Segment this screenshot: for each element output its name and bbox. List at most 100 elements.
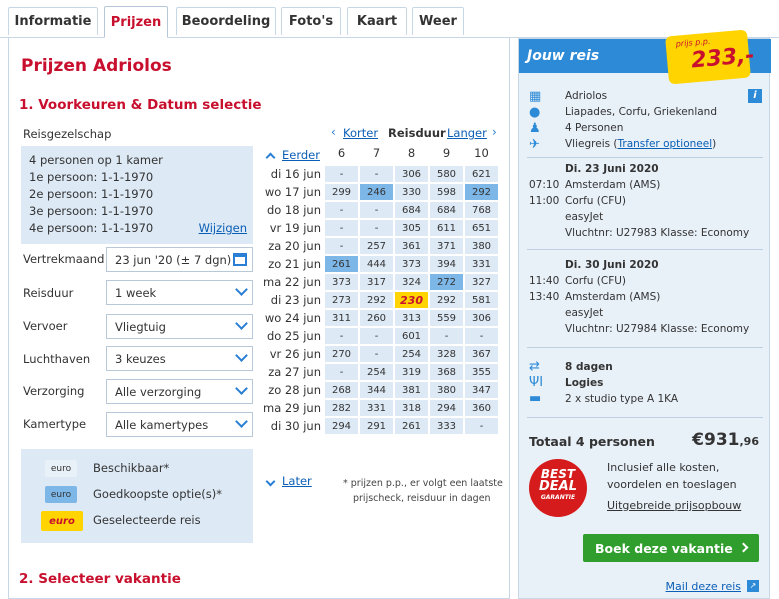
tab-prijzen[interactable]: Prijzen: [104, 6, 168, 38]
price-cell[interactable]: 292: [465, 184, 498, 200]
price-cell[interactable]: 684: [395, 202, 428, 218]
price-cell[interactable]: 611: [430, 220, 463, 236]
chevron-up-icon[interactable]: [265, 151, 276, 164]
board-value: Alle verzorging: [115, 385, 202, 399]
price-cell[interactable]: 254: [395, 346, 428, 362]
price-cell[interactable]: 333: [430, 418, 463, 434]
price-cell[interactable]: 581: [465, 292, 498, 308]
price-cell[interactable]: 292: [360, 292, 393, 308]
info-icon[interactable]: i: [748, 89, 762, 103]
price-cell[interactable]: 621: [465, 166, 498, 182]
price-cell[interactable]: 305: [395, 220, 428, 236]
price-cell[interactable]: 292: [430, 292, 463, 308]
chevron-left-icon[interactable]: ‹: [331, 125, 336, 139]
price-cell[interactable]: 299: [325, 184, 358, 200]
price-cell[interactable]: 254: [360, 364, 393, 380]
price-cell[interactable]: 344: [360, 382, 393, 398]
earlier-link[interactable]: Eerder: [282, 148, 320, 162]
outbound-dep-time: 07:10: [529, 179, 560, 191]
duration-value: 1 week: [115, 286, 157, 300]
price-cell[interactable]: 273: [325, 292, 358, 308]
price-cell[interactable]: 270: [325, 346, 358, 362]
price-cell[interactable]: 361: [395, 238, 428, 254]
location-pin-icon: ●: [529, 105, 541, 120]
outbound-from: Amsterdam (AMS): [565, 179, 661, 191]
price-cell[interactable]: 330: [395, 184, 428, 200]
price-per-person-badge: prijs p.p. 233,-: [665, 29, 756, 85]
price-grid: ‹ Korter Reisduur Langer › Eerder 6 7 8 …: [259, 120, 504, 504]
price-cell[interactable]: 230: [395, 292, 428, 308]
price-cell[interactable]: 319: [395, 364, 428, 380]
price-cell[interactable]: 768: [465, 202, 498, 218]
price-cell[interactable]: 260: [360, 310, 393, 326]
board-select[interactable]: Alle verzorging: [106, 379, 253, 404]
price-cell[interactable]: 360: [465, 400, 498, 416]
later-link[interactable]: Later: [282, 474, 312, 488]
price-cell[interactable]: 331: [465, 256, 498, 272]
duration-select[interactable]: 1 week: [106, 280, 253, 305]
book-button[interactable]: Boek deze vakantie: [583, 534, 759, 562]
price-cell[interactable]: 272: [430, 274, 463, 290]
roomtype-select[interactable]: Alle kamertypes: [106, 412, 253, 437]
price-cell[interactable]: 306: [395, 166, 428, 182]
price-cell[interactable]: 394: [430, 256, 463, 272]
price-cell[interactable]: 246: [360, 184, 393, 200]
price-cell[interactable]: 381: [395, 382, 428, 398]
departure-date-field[interactable]: 23 jun '20 (± 7 dgn): [106, 247, 253, 272]
tab-kaart[interactable]: Kaart: [347, 7, 407, 35]
party-summary: 4 personen op 1 kamer: [29, 153, 163, 167]
price-cell: -: [465, 328, 498, 344]
price-cell[interactable]: 306: [465, 310, 498, 326]
tab-informatie[interactable]: Informatie: [8, 7, 98, 35]
price-cell[interactable]: 684: [430, 202, 463, 218]
tab-beoordeling[interactable]: Beoordeling: [176, 7, 276, 35]
price-cell[interactable]: 327: [465, 274, 498, 290]
price-cell[interactable]: 282: [325, 400, 358, 416]
price-cell[interactable]: 601: [395, 328, 428, 344]
transport-select[interactable]: Vliegtuig: [106, 314, 253, 339]
chevron-right-icon[interactable]: ›: [492, 125, 497, 139]
price-cell[interactable]: 291: [360, 418, 393, 434]
price-cell[interactable]: 331: [360, 400, 393, 416]
price-cell[interactable]: 559: [430, 310, 463, 326]
price-cell[interactable]: 268: [325, 382, 358, 398]
price-cell: -: [325, 166, 358, 182]
price-cell[interactable]: 580: [430, 166, 463, 182]
shorter-link[interactable]: Korter: [343, 126, 378, 140]
price-cell[interactable]: 318: [395, 400, 428, 416]
tab-weer[interactable]: Weer: [412, 7, 464, 35]
price-cell[interactable]: 373: [325, 274, 358, 290]
airport-select[interactable]: 3 keuzes: [106, 346, 253, 371]
price-cell[interactable]: 324: [395, 274, 428, 290]
price-cell[interactable]: 294: [430, 400, 463, 416]
price-cell[interactable]: 328: [430, 346, 463, 362]
transfer-link[interactable]: Transfer optioneel: [618, 138, 713, 150]
price-cell[interactable]: 598: [430, 184, 463, 200]
chevron-down-icon[interactable]: [265, 475, 276, 488]
price-cell[interactable]: 367: [465, 346, 498, 362]
price-cell[interactable]: 444: [360, 256, 393, 272]
price-cell[interactable]: 368: [430, 364, 463, 380]
price-cell[interactable]: 355: [465, 364, 498, 380]
price-breakdown-link[interactable]: Uitgebreide prijsopbouw: [607, 499, 741, 512]
price-cell[interactable]: 313: [395, 310, 428, 326]
price-cell[interactable]: 347: [465, 382, 498, 398]
mail-trip-link[interactable]: Mail deze reis: [666, 580, 741, 593]
external-arrow-icon[interactable]: ↗: [747, 580, 759, 592]
price-cell[interactable]: 380: [430, 382, 463, 398]
building-icon: ▦: [529, 89, 542, 104]
price-cell[interactable]: 257: [360, 238, 393, 254]
longer-link[interactable]: Langer: [447, 126, 487, 140]
price-cell[interactable]: 311: [325, 310, 358, 326]
price-cell[interactable]: 373: [395, 256, 428, 272]
price-cell[interactable]: 261: [395, 418, 428, 434]
price-cell[interactable]: 261: [325, 256, 358, 272]
return-dep-time: 11:40: [529, 275, 560, 287]
price-cell[interactable]: 380: [465, 238, 498, 254]
edit-party-link[interactable]: Wijzigen: [199, 220, 247, 237]
price-cell[interactable]: 294: [325, 418, 358, 434]
price-cell[interactable]: 651: [465, 220, 498, 236]
price-cell[interactable]: 317: [360, 274, 393, 290]
price-cell[interactable]: 371: [430, 238, 463, 254]
tab-fotos[interactable]: Foto's: [281, 7, 341, 35]
